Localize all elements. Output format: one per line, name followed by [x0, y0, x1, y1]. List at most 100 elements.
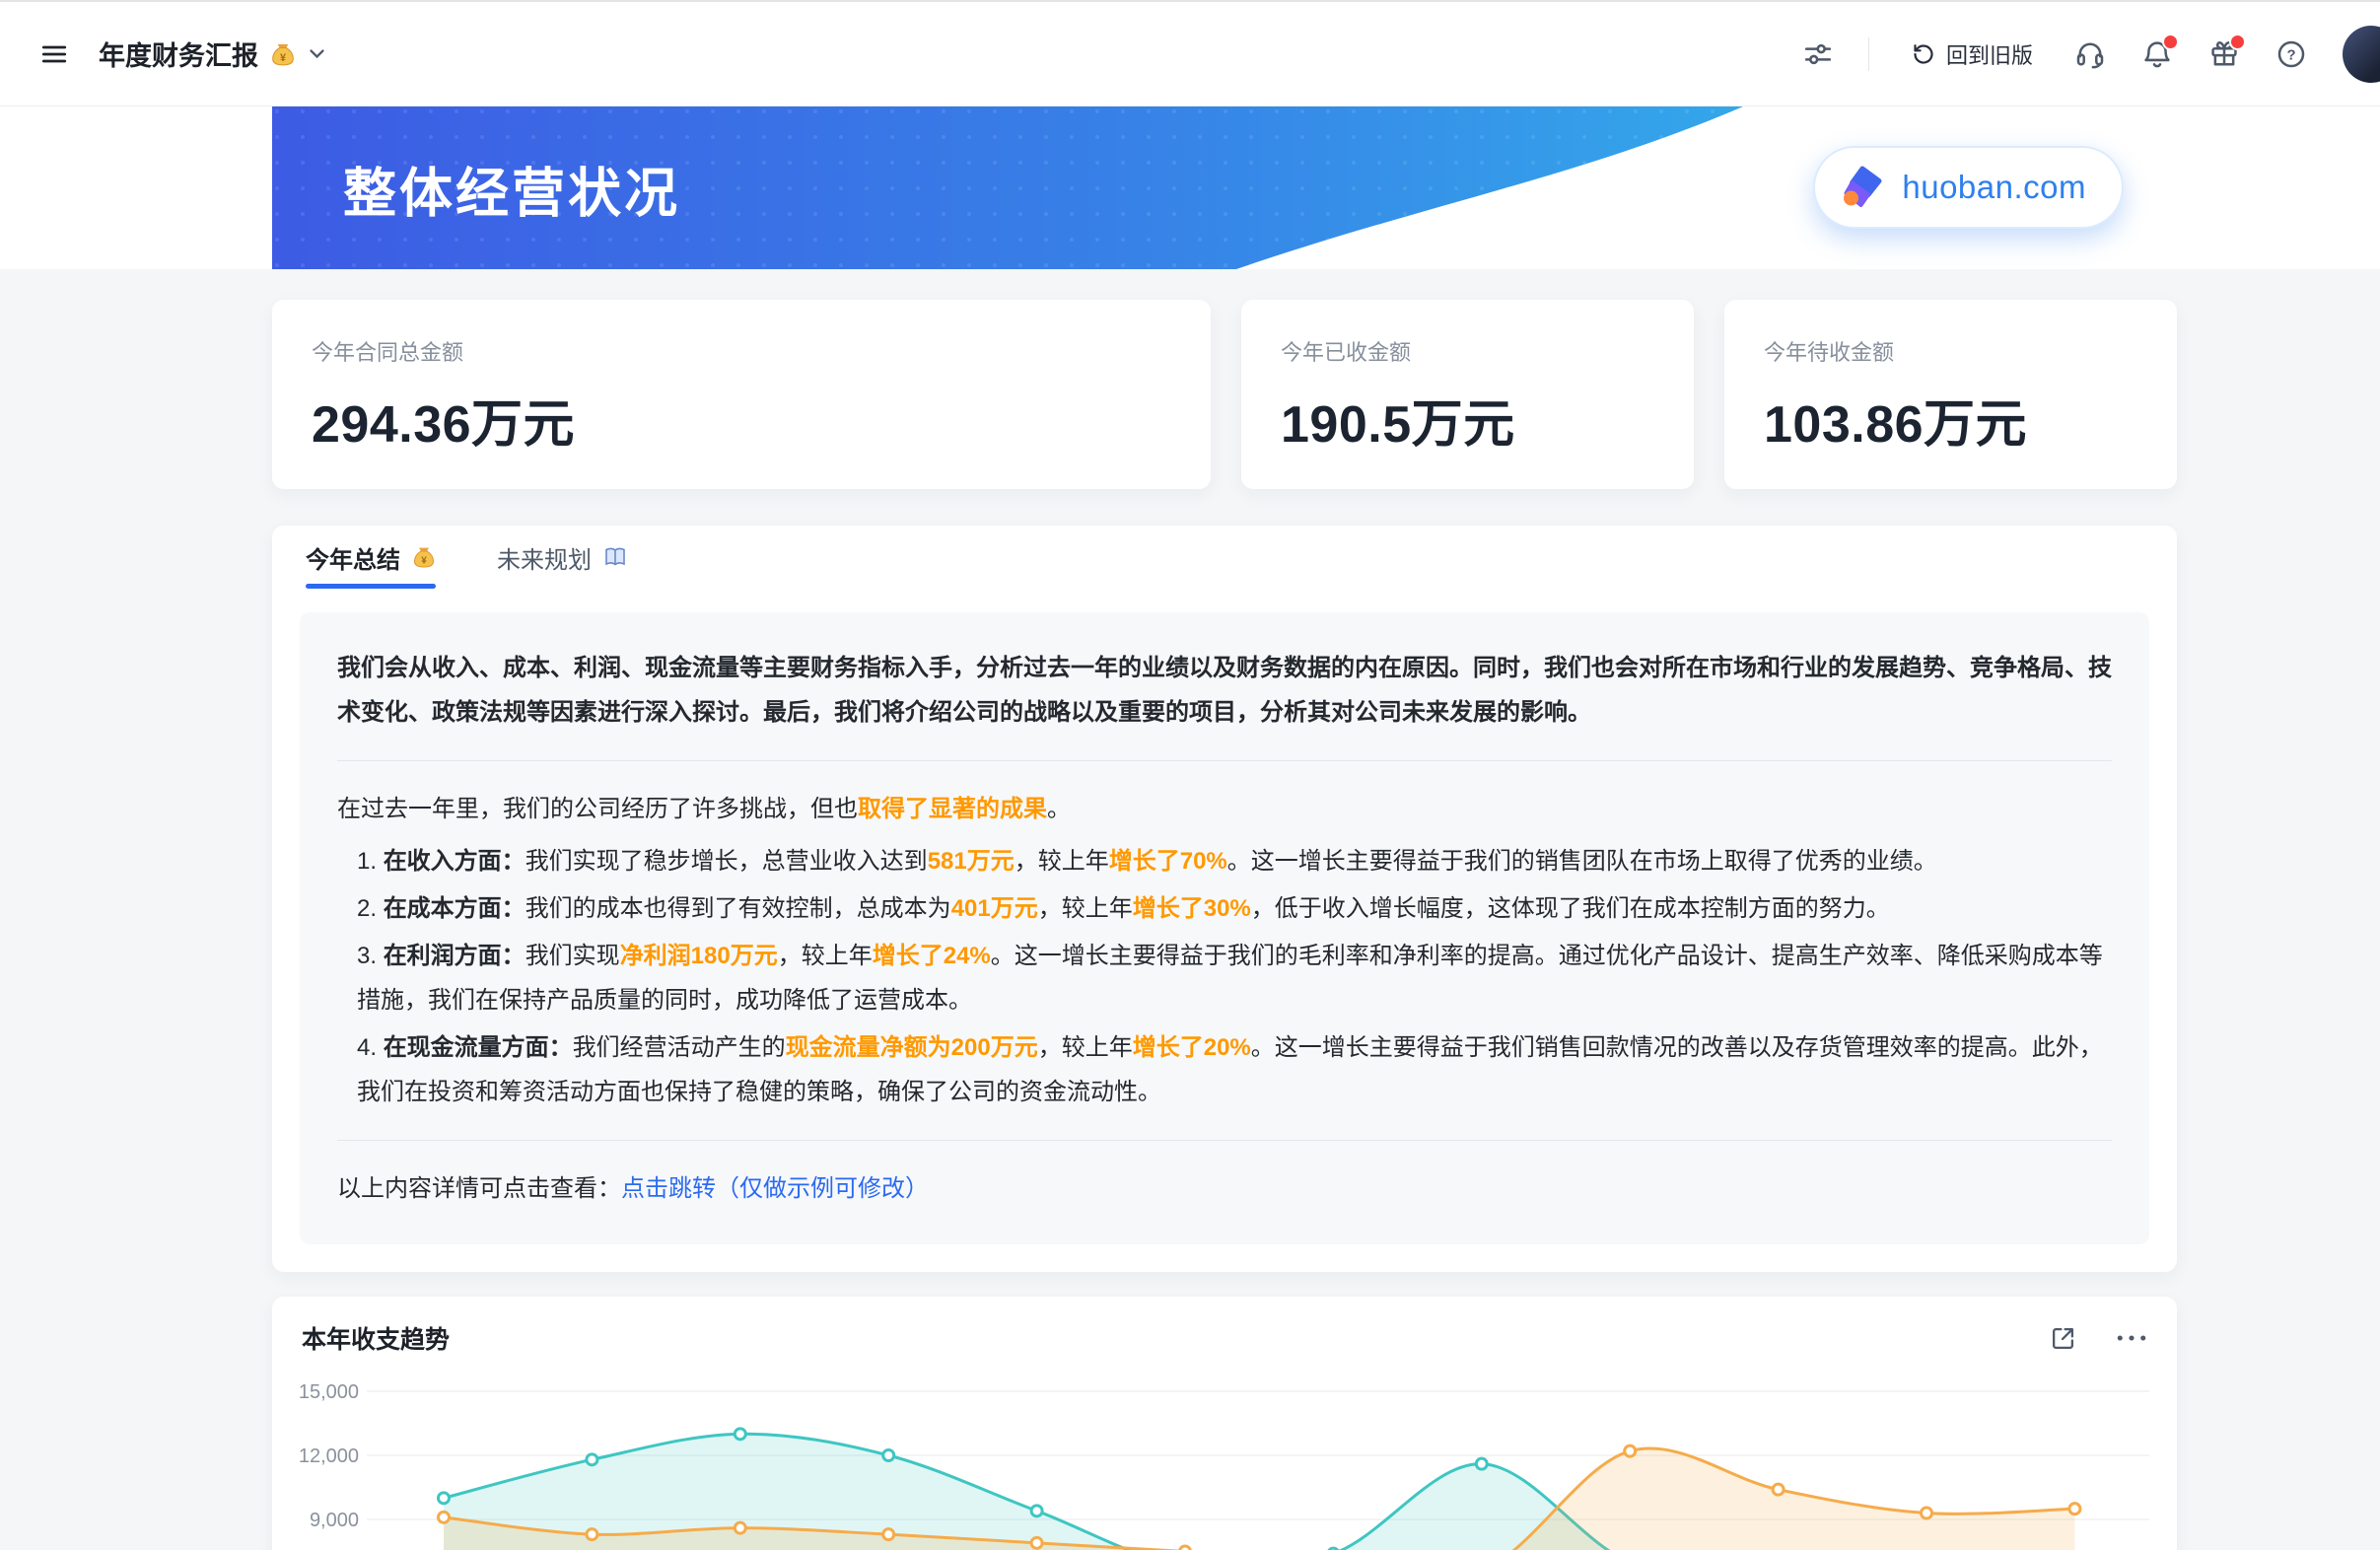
stat-card-received: 今年已收金额 190.5万元: [1241, 300, 1694, 489]
back-to-old-version-label: 回到旧版: [1946, 38, 2033, 70]
stat-value: 103.86万元: [1764, 383, 2137, 457]
text-segment: 我们实现: [525, 943, 620, 969]
trend-chart-canvas: 15,00012,0009,000: [272, 1360, 2177, 1550]
support-icon[interactable]: [2074, 38, 2106, 70]
topbar-left: 年度财务汇报 ¥: [39, 35, 326, 73]
back-to-old-version-button[interactable]: 回到旧版: [1905, 37, 2039, 71]
divider: [1868, 37, 1869, 71]
text-segment: 在成本方面：: [384, 895, 525, 922]
expand-chart-icon[interactable]: [2050, 1325, 2076, 1352]
text-segment: 2.: [357, 895, 384, 922]
summary-list: 1. 在收入方面：我们实现了稳步增长，总营业收入达到581万元，较上年增长了70…: [337, 839, 2112, 1114]
tab-future-plan[interactable]: 未来规划: [497, 526, 627, 589]
text-segment: 1.: [357, 848, 384, 875]
huoban-logo-icon: [1839, 164, 1886, 211]
data-point-orange: [1773, 1484, 1784, 1495]
text-segment: 。: [1047, 796, 1071, 822]
display-settings-icon[interactable]: [1803, 39, 1833, 69]
stat-value: 190.5万元: [1281, 383, 1654, 457]
text-segment: ，较上年: [1015, 848, 1109, 875]
text-segment: 3.: [357, 943, 384, 969]
summary-card: 今年总结 ¥ 未来规划: [272, 526, 2177, 1272]
page-title: 年度财务汇报: [99, 35, 258, 73]
text-segment: 净利润180万元: [620, 943, 778, 969]
svg-text:?: ?: [2286, 47, 2295, 63]
stat-value: 294.36万元: [312, 383, 1171, 457]
avatar[interactable]: [2343, 26, 2380, 83]
chart-title: 本年收支趋势: [302, 1320, 450, 1356]
text-segment: 现金流量净额为200万元: [786, 1034, 1038, 1061]
text-segment: 增长了20%: [1133, 1034, 1251, 1061]
summary-list-item: 1. 在收入方面：我们实现了稳步增长，总营业收入达到581万元，较上年增长了70…: [357, 839, 2112, 883]
gift-icon[interactable]: [2208, 38, 2240, 70]
topbar-right: 回到旧版: [1803, 26, 2380, 83]
more-options-icon[interactable]: [2116, 1332, 2147, 1344]
divider: [337, 760, 2112, 761]
data-point-orange: [1625, 1445, 1636, 1456]
data-point-teal: [1031, 1506, 1042, 1516]
text-segment: ，较上年: [1038, 895, 1133, 922]
chart-actions: [2050, 1325, 2147, 1352]
stats-row: 今年合同总金额 294.36万元 今年已收金额 190.5万元 今年待收金额 1…: [272, 300, 2177, 489]
menu-icon[interactable]: [39, 39, 69, 69]
text-segment: 增长了70%: [1109, 848, 1227, 875]
notification-dot: [2162, 34, 2179, 50]
moneybag-icon: ¥: [270, 41, 296, 67]
data-point-teal: [1476, 1458, 1487, 1469]
restore-icon: [1911, 41, 1936, 67]
text-segment: ，低于收入增长幅度，这体现了我们在成本控制方面的努力。: [1251, 895, 1890, 922]
text-segment: ，较上年: [778, 943, 873, 969]
summary-list-item: 4. 在现金流量方面：我们经营活动产生的现金流量净额为200万元，较上年增长了2…: [357, 1025, 2112, 1114]
summary-list-item: 2. 在成本方面：我们的成本也得到了有效控制，总成本为401万元，较上年增长了3…: [357, 886, 2112, 931]
text-segment: 我们实现了稳步增长，总营业收入达到: [525, 848, 928, 875]
tab-annual-summary[interactable]: 今年总结 ¥: [306, 526, 436, 589]
trend-chart-card: 本年收支趋势: [272, 1297, 2177, 1550]
text-segment: 在过去一年里，我们的公司经历了许多挑战，但也: [337, 796, 858, 822]
summary-lead: 在过去一年里，我们的公司经历了许多挑战，但也取得了显著的成果。: [337, 787, 2112, 831]
data-point-orange: [1031, 1537, 1042, 1548]
moneybag-icon: ¥: [412, 545, 436, 569]
topbar: 年度财务汇报 ¥: [0, 0, 2380, 106]
text-segment: 。这一增长主要得益于我们的销售团队在市场上取得了优秀的业绩。: [1227, 848, 1937, 875]
data-point-orange: [883, 1529, 894, 1540]
data-point-teal: [439, 1493, 450, 1504]
jump-link[interactable]: 点击跳转（仅做示例可修改）: [621, 1175, 929, 1202]
text-segment: 增长了30%: [1133, 895, 1251, 922]
text-segment: 以上内容详情可点击查看：: [337, 1175, 621, 1202]
huoban-logo-text: huoban.com: [1902, 169, 2086, 206]
text-segment: 4.: [357, 1034, 384, 1061]
report-title-dropdown[interactable]: 年度财务汇报 ¥: [99, 35, 326, 73]
data-point-orange: [439, 1512, 450, 1522]
data-point-orange: [735, 1522, 745, 1533]
huoban-logo[interactable]: huoban.com: [1813, 146, 2124, 229]
text-segment: 增长了24%: [873, 943, 991, 969]
data-point-teal: [587, 1454, 597, 1465]
svg-text:¥: ¥: [421, 556, 427, 567]
banner: 整体经营状况 huoban.com: [0, 106, 2380, 269]
divider: [337, 1140, 2112, 1141]
text-segment: 在现金流量方面：: [384, 1034, 573, 1061]
notifications-icon[interactable]: [2141, 38, 2173, 70]
data-point-orange: [2069, 1504, 2080, 1515]
text-segment: 581万元: [928, 848, 1015, 875]
data-point-teal: [883, 1450, 894, 1461]
stat-label: 今年待收金额: [1764, 335, 2137, 367]
text-segment: 在利润方面：: [384, 943, 525, 969]
text-segment: 401万元: [951, 895, 1038, 922]
report-page: 整体经营状况 huoban.com 今年合同总金额: [0, 106, 2380, 1550]
text-segment: 我们会从收入、成本、利润、现金流量等主要财务指标入手，分析过去一年的业绩以及财务…: [337, 655, 2112, 726]
book-icon: [603, 545, 627, 569]
notification-dot: [2229, 34, 2246, 50]
tabbar: 今年总结 ¥ 未来规划: [300, 526, 2149, 589]
banner-title: 整体经营状况: [343, 149, 680, 227]
help-icon[interactable]: ?: [2275, 38, 2307, 70]
svg-text:¥: ¥: [280, 52, 286, 64]
data-point-teal: [735, 1429, 745, 1440]
summary-list-item: 3. 在利润方面：我们实现净利润180万元，较上年增长了24%。这一增长主要得益…: [357, 934, 2112, 1022]
y-tick-label: 9,000: [310, 1510, 359, 1531]
text-segment: 取得了显著的成果: [858, 796, 1047, 822]
app: 年度财务汇报 ¥: [0, 0, 2380, 1550]
stat-label: 今年合同总金额: [312, 335, 1171, 367]
y-tick-label: 12,000: [299, 1445, 359, 1467]
summary-intro: 我们会从收入、成本、利润、现金流量等主要财务指标入手，分析过去一年的业绩以及财务…: [337, 646, 2112, 735]
